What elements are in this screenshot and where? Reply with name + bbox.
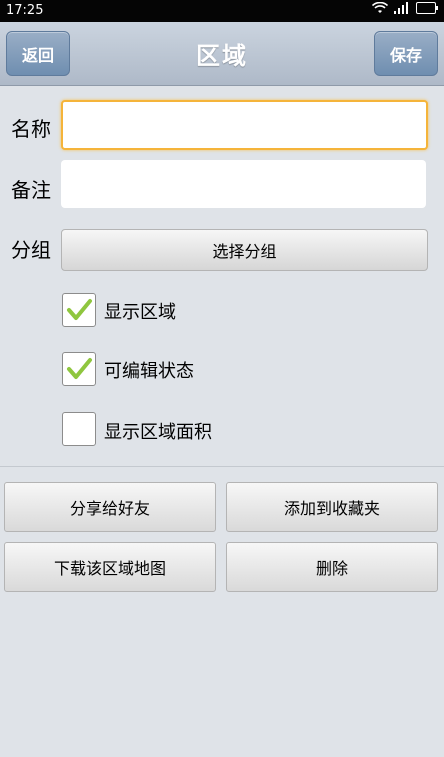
checkbox-editable[interactable] [62,352,96,386]
checkmark-icon [67,299,92,320]
status-bar: 17:25 [0,0,444,22]
save-button[interactable]: 保存 [374,31,438,76]
status-time: 17:25 [6,3,44,18]
signal-icon [394,2,408,14]
note-field[interactable] [61,160,426,208]
select-group-button[interactable]: 选择分组 [61,229,428,271]
battery-icon [416,2,438,14]
checkbox-label-show-area-size: 显示区域面积 [104,422,212,443]
name-field[interactable] [61,100,428,150]
name-label: 名称 [11,117,51,141]
delete-button[interactable]: 删除 [226,542,438,592]
wifi-icon [372,2,388,13]
checkbox-show-area[interactable] [62,293,96,327]
checkbox-label-editable: 可编辑状态 [104,361,194,382]
checkbox-label-show-area: 显示区域 [104,302,176,323]
group-label: 分组 [11,238,51,262]
checkmark-icon [67,358,92,379]
note-label: 备注 [11,178,51,202]
checkbox-show-area-size[interactable] [62,412,96,446]
add-favorite-button[interactable]: 添加到收藏夹 [226,482,438,532]
share-button[interactable]: 分享给好友 [4,482,216,532]
download-map-button[interactable]: 下载该区域地图 [4,542,216,592]
title-bar: 返回 区域 保存 [0,22,444,86]
divider [0,466,444,467]
status-icons [372,2,438,14]
